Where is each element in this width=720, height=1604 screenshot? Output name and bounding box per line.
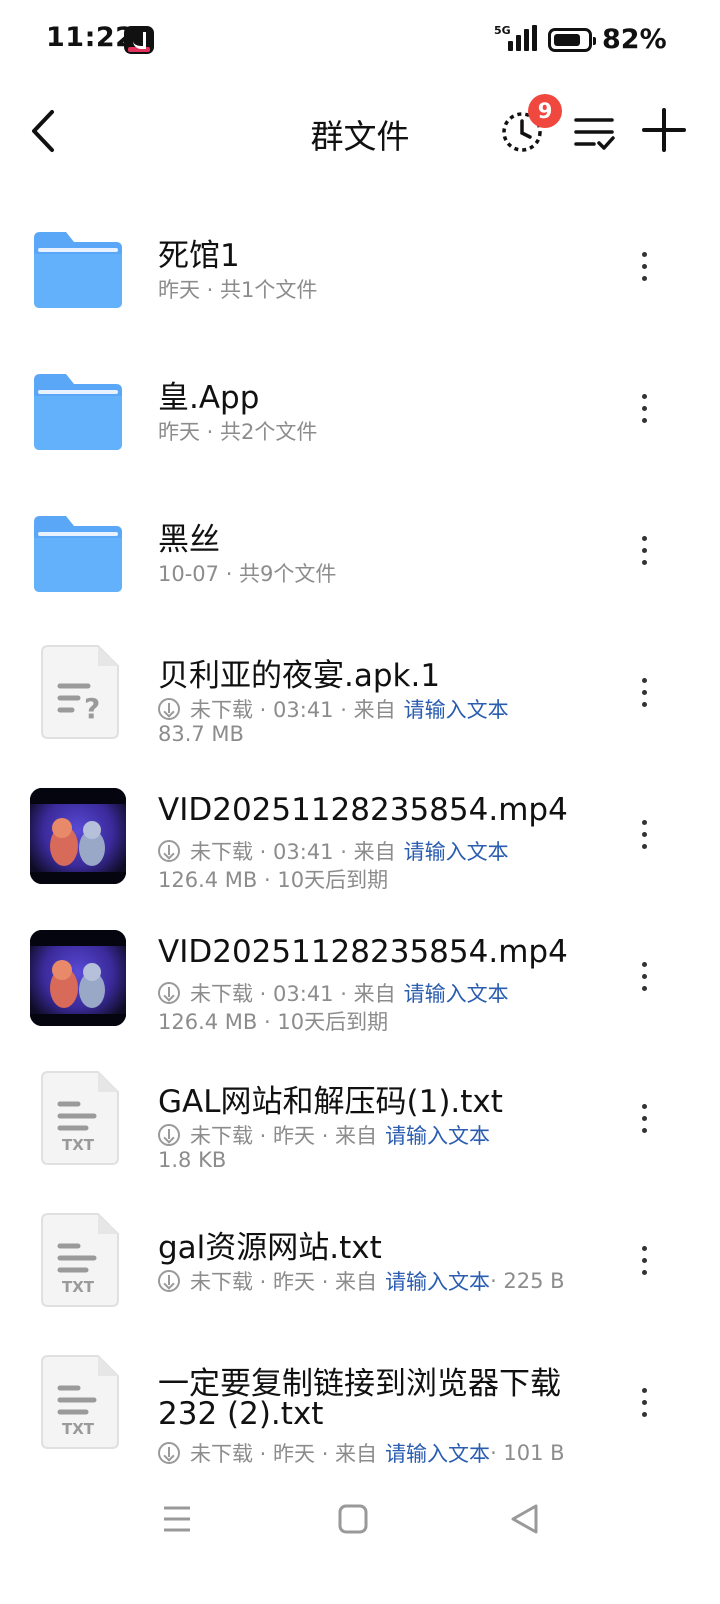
add-button[interactable]: [640, 106, 688, 154]
history-badge: 9: [528, 94, 562, 128]
unknown-file-icon: ?: [38, 644, 120, 740]
square-icon: [338, 1504, 368, 1534]
battery-percent: 82%: [602, 24, 667, 55]
status-text: 未下载 · 昨天 · 来自: [190, 1124, 378, 1148]
file-row[interactable]: ? 贝利亚的夜宴.apk.1 未下载 · 03:41 · 来自 请输入文本 83…: [0, 622, 720, 764]
back-nav-button[interactable]: [508, 1502, 542, 1536]
file-size: 83.7 MB: [158, 722, 244, 746]
video-thumbnail: [30, 930, 126, 1026]
more-vertical-icon[interactable]: [636, 962, 652, 992]
file-row[interactable]: TXT GAL网站和解压码(1).txt 未下载 · 昨天 · 来自 请输入文本…: [0, 1048, 720, 1190]
file-meta: 昨天 · 共2个文件: [158, 420, 318, 444]
download-icon: [158, 840, 180, 862]
svg-text:TXT: TXT: [62, 1278, 95, 1296]
file-name: VID20251128235854.mp4: [158, 792, 568, 828]
more-vertical-icon[interactable]: [636, 1246, 652, 1276]
status-time: 11:22: [46, 22, 135, 53]
file-status: 未下载 · 昨天 · 来自 请输入文本 · 101 B: [158, 1438, 565, 1468]
file-row[interactable]: TXT gal资源网站.txt 未下载 · 昨天 · 来自 请输入文本 · 22…: [0, 1190, 720, 1332]
folder-icon: [30, 362, 126, 458]
file-row[interactable]: VID20251128235854.mp4 未下载 · 03:41 · 来自 请…: [0, 906, 720, 1048]
more-vertical-icon[interactable]: [636, 252, 652, 282]
file-size: 126.4 MB · 10天后到期: [158, 1010, 389, 1034]
file-meta: 10-07 · 共9个文件: [158, 562, 337, 586]
network-type: 5G: [494, 24, 511, 37]
folder-row[interactable]: 黑丝 10-07 · 共9个文件: [0, 480, 720, 622]
plus-icon: [642, 108, 686, 152]
uploader-link[interactable]: 请输入文本: [385, 1438, 490, 1468]
uploader-link[interactable]: 请输入文本: [385, 1266, 490, 1296]
file-size: 126.4 MB · 10天后到期: [158, 868, 389, 892]
menu-icon: [164, 1506, 190, 1532]
download-icon: [158, 1442, 180, 1464]
file-row[interactable]: VID20251128235854.mp4 未下载 · 03:41 · 来自 请…: [0, 764, 720, 906]
folder-row[interactable]: 死馆1 昨天 · 共1个文件: [0, 196, 720, 338]
file-status: 未下载 · 03:41 · 来自 请输入文本: [158, 978, 509, 1008]
file-status: 未下载 · 昨天 · 来自 请输入文本: [158, 1120, 490, 1150]
more-vertical-icon[interactable]: [636, 394, 652, 424]
file-name: GAL网站和解压码(1).txt: [158, 1084, 503, 1120]
home-button[interactable]: [336, 1502, 370, 1536]
tiktok-icon: [124, 26, 154, 54]
system-nav-bar: [0, 1490, 720, 1570]
file-name: 死馆1: [158, 238, 240, 274]
download-icon: [158, 698, 180, 720]
status-text: 未下载 · 昨天 · 来自: [190, 1270, 378, 1294]
signal-icon: 5G: [494, 24, 538, 54]
status-text: 未下载 · 03:41 · 来自: [190, 982, 396, 1006]
recents-button[interactable]: [160, 1502, 194, 1536]
file-meta: 昨天 · 共1个文件: [158, 278, 318, 302]
file-size: 1.8 KB: [158, 1148, 227, 1172]
file-name: VID20251128235854.mp4: [158, 934, 568, 970]
sort-list-icon: [574, 118, 615, 150]
file-status: 未下载 · 03:41 · 来自 请输入文本: [158, 694, 509, 724]
battery-icon: [548, 28, 596, 52]
uploader-link[interactable]: 请输入文本: [404, 836, 509, 866]
status-text: 未下载 · 03:41 · 来自: [190, 698, 396, 722]
sort-button[interactable]: [572, 110, 616, 154]
file-status: 未下载 · 03:41 · 来自 请输入文本: [158, 836, 509, 866]
uploader-link[interactable]: 请输入文本: [404, 694, 509, 724]
folder-icon: [30, 504, 126, 600]
download-icon: [158, 1124, 180, 1146]
more-vertical-icon[interactable]: [636, 678, 652, 708]
file-name-line2: 232 (2).txt: [158, 1396, 324, 1432]
uploader-link[interactable]: 请输入文本: [404, 978, 509, 1008]
txt-file-icon: TXT: [38, 1070, 120, 1166]
svg-text:?: ?: [84, 692, 100, 725]
video-thumbnail: [30, 788, 126, 884]
svg-text:TXT: TXT: [62, 1136, 95, 1154]
file-size: · 225 B: [490, 1269, 565, 1293]
top-app-bar: 群文件 9: [0, 80, 720, 184]
more-vertical-icon[interactable]: [636, 1104, 652, 1134]
folder-row[interactable]: 皇.App 昨天 · 共2个文件: [0, 338, 720, 480]
file-name: gal资源网站.txt: [158, 1230, 382, 1266]
history-button[interactable]: 9: [500, 94, 562, 154]
download-icon: [158, 1270, 180, 1292]
triangle-back-icon: [511, 1504, 538, 1534]
svg-text:TXT: TXT: [62, 1420, 95, 1438]
more-vertical-icon[interactable]: [636, 536, 652, 566]
folder-icon: [30, 220, 126, 316]
file-status: 未下载 · 昨天 · 来自 请输入文本 · 225 B: [158, 1266, 565, 1296]
txt-file-icon: TXT: [38, 1354, 120, 1450]
file-row[interactable]: TXT 一定要复制链接到浏览器下载 232 (2).txt 未下载 · 昨天 ·…: [0, 1332, 720, 1492]
uploader-link[interactable]: 请输入文本: [385, 1120, 490, 1150]
more-vertical-icon[interactable]: [636, 820, 652, 850]
file-size: · 101 B: [490, 1441, 565, 1465]
file-name: 贝利亚的夜宴.apk.1: [158, 658, 441, 694]
status-bar: 11:22 5G 82%: [0, 0, 720, 80]
status-text: 未下载 · 昨天 · 来自: [190, 1442, 378, 1466]
more-vertical-icon[interactable]: [636, 1388, 652, 1418]
file-name: 皇.App: [158, 380, 260, 416]
txt-file-icon: TXT: [38, 1212, 120, 1308]
status-text: 未下载 · 03:41 · 来自: [190, 840, 396, 864]
file-name: 黑丝: [158, 522, 220, 558]
download-icon: [158, 982, 180, 1004]
